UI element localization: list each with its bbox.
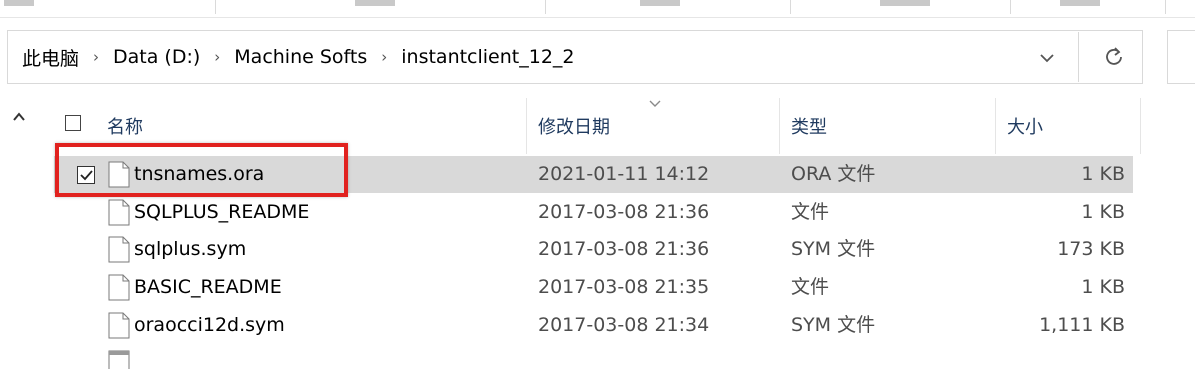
breadcrumb-separator-icon[interactable]: › [214, 48, 220, 66]
file-size: 173 KB [1057, 238, 1125, 260]
file-icon [108, 350, 130, 369]
file-date: 2017-03-08 21:36 [538, 201, 710, 223]
file-row-basic-readme[interactable]: BASIC_README 2017-03-08 21:35 文件 1 KB [54, 269, 1133, 306]
file-row-sqlplus-sym[interactable]: sqlplus.sym 2017-03-08 21:36 SYM 文件 173 … [54, 231, 1133, 268]
file-icon [108, 199, 130, 226]
ribbon-fragment [1060, 0, 1100, 6]
file-icon [108, 312, 130, 339]
ribbon-remnant [0, 0, 1195, 16]
breadcrumb-separator-icon[interactable]: › [93, 48, 99, 66]
column-divider[interactable] [779, 98, 780, 154]
file-size: 1 KB [1081, 201, 1125, 223]
column-header-date[interactable]: 修改日期 [538, 98, 610, 154]
search-input[interactable] [1167, 30, 1195, 84]
ribbon-divider [215, 0, 216, 14]
file-type: SYM 文件 [791, 238, 876, 260]
breadcrumb-separator-icon[interactable]: › [381, 48, 387, 66]
file-icon [108, 274, 130, 301]
chevron-up-icon[interactable] [10, 108, 28, 126]
ribbon-divider [545, 0, 546, 14]
file-type: 文件 [791, 276, 830, 298]
refresh-icon[interactable] [1101, 44, 1127, 70]
file-date: 2017-03-08 21:36 [538, 238, 710, 260]
ribbon-divider [790, 0, 791, 14]
file-row-partial[interactable] [54, 345, 1133, 369]
file-date: 2017-03-08 21:35 [538, 276, 710, 298]
breadcrumb-machine-softs[interactable]: Machine Softs [234, 46, 367, 68]
address-bar[interactable]: 此电脑 › Data (D:) › Machine Softs › instan… [7, 30, 1143, 84]
column-header-size[interactable]: 大小 [1007, 98, 1043, 154]
chevron-down-icon[interactable] [1034, 45, 1060, 71]
file-name: sqlplus.sym [134, 238, 247, 260]
file-row-sqlplus-readme[interactable]: SQLPLUS_README 2017-03-08 21:36 文件 1 KB [54, 194, 1133, 231]
column-divider[interactable] [1140, 98, 1141, 154]
file-type: SYM 文件 [791, 314, 876, 336]
ribbon-fragment [355, 0, 395, 6]
file-name: SQLPLUS_README [134, 201, 310, 223]
address-divider [1078, 32, 1079, 82]
file-type: ORA 文件 [791, 163, 876, 185]
ribbon-fragment [4, 0, 34, 6]
sort-caret-icon [648, 94, 662, 107]
breadcrumb-instantclient[interactable]: instantclient_12_2 [401, 46, 574, 68]
ribbon-bottom-border [0, 17, 1195, 18]
file-name: oraocci12d.sym [134, 314, 285, 336]
highlight-box [55, 143, 348, 197]
file-date: 2017-03-08 21:34 [538, 314, 710, 336]
column-divider[interactable] [995, 98, 996, 154]
ribbon-divider [1010, 0, 1011, 14]
breadcrumb-this-pc[interactable]: 此电脑 [22, 44, 79, 71]
ribbon-divider [1165, 0, 1166, 14]
file-row-oraocci12d-sym[interactable]: oraocci12d.sym 2017-03-08 21:34 SYM 文件 1… [54, 307, 1133, 344]
column-header-type[interactable]: 类型 [791, 98, 827, 154]
file-size: 1,111 KB [1039, 314, 1125, 336]
file-date: 2021-01-11 14:12 [538, 163, 710, 185]
breadcrumb: 此电脑 › Data (D:) › Machine Softs › instan… [22, 31, 575, 83]
file-name: BASIC_README [134, 276, 282, 298]
column-divider[interactable] [526, 98, 527, 154]
file-icon [108, 236, 130, 263]
file-size: 1 KB [1081, 163, 1125, 185]
file-size: 1 KB [1081, 276, 1125, 298]
select-all-checkbox[interactable] [65, 115, 81, 131]
breadcrumb-data-drive[interactable]: Data (D:) [113, 46, 200, 68]
ribbon-fragment [640, 0, 680, 6]
file-type: 文件 [791, 201, 830, 223]
ribbon-fragment [880, 0, 930, 6]
